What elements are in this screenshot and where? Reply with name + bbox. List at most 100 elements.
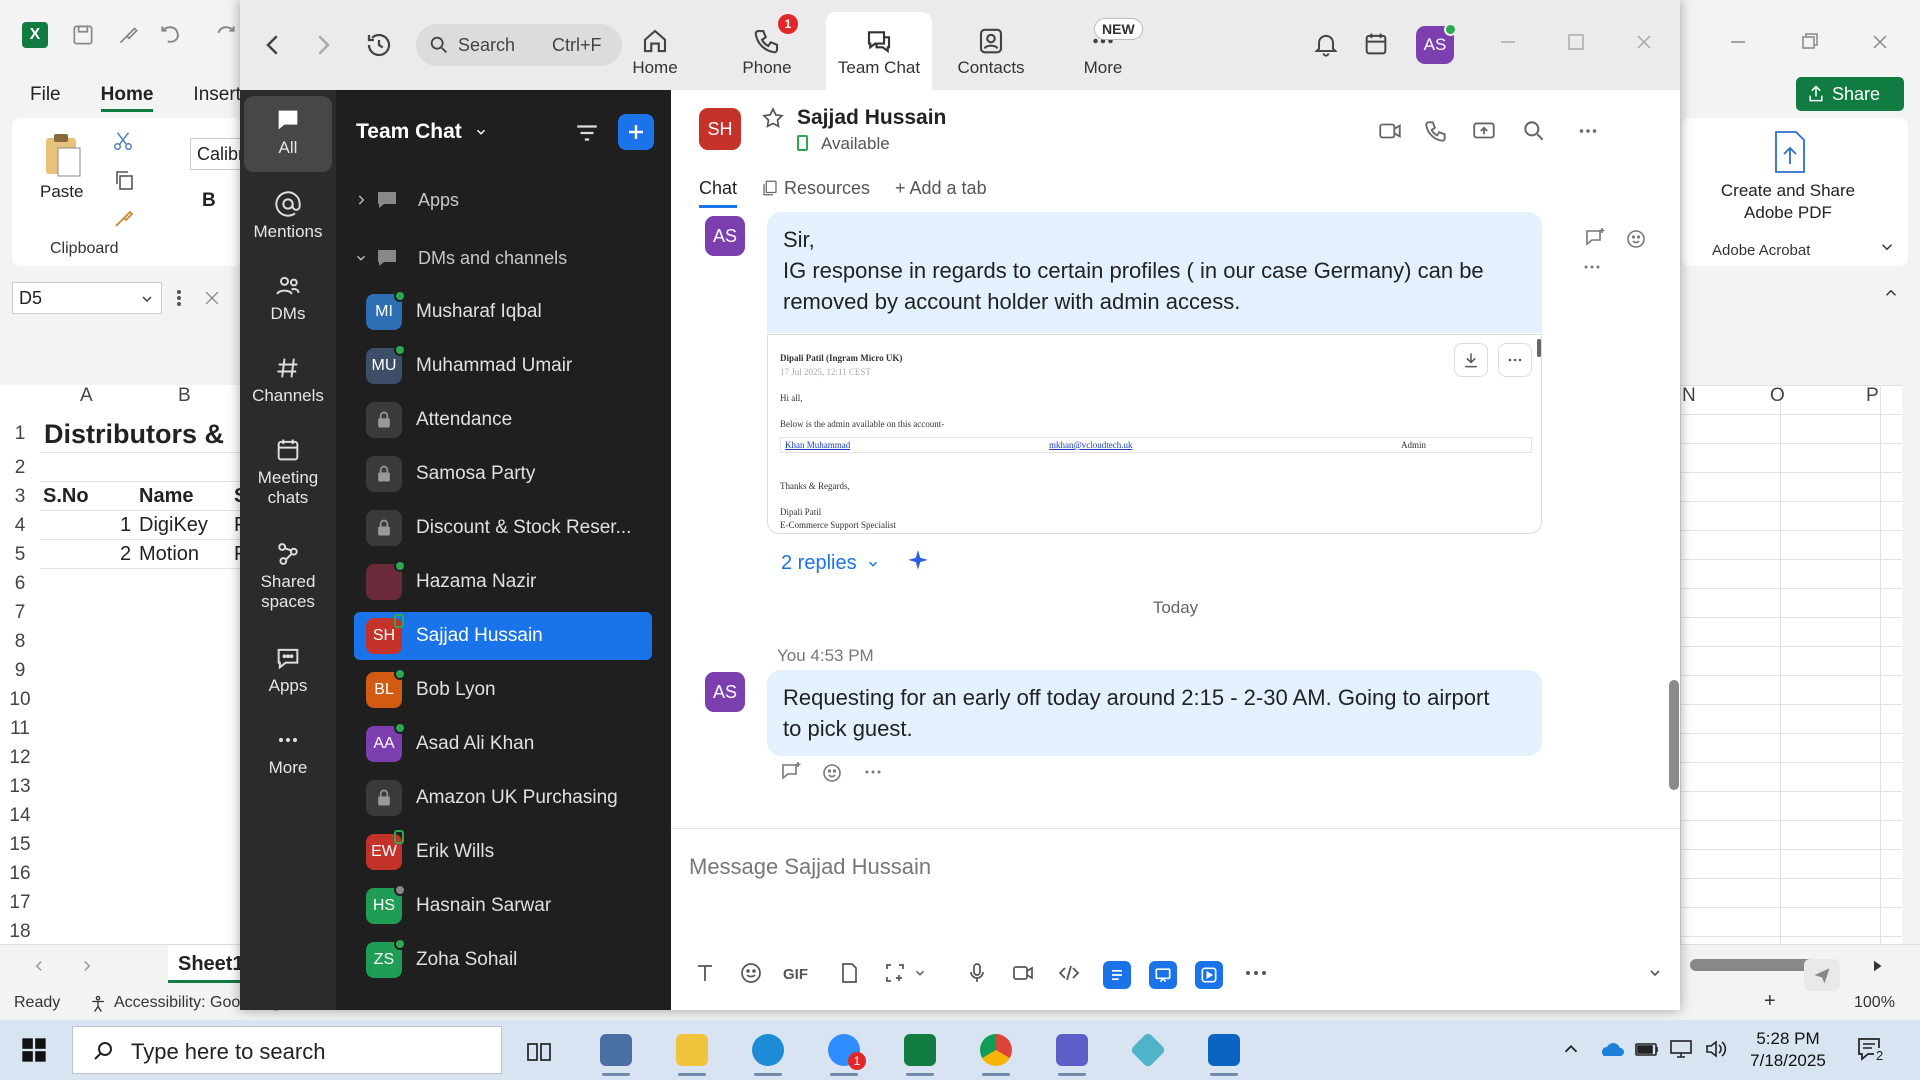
rail-item-dms[interactable]: DMs: [244, 262, 332, 324]
ai-sparkle-icon[interactable]: [905, 548, 931, 574]
rail-item-shared-spaces[interactable]: Shared spaces: [244, 530, 332, 612]
bold-button[interactable]: B: [202, 190, 216, 212]
send-options-button[interactable]: [1647, 961, 1667, 989]
list-item[interactable]: MU Muhammad Umair: [354, 342, 652, 390]
list-item[interactable]: Samosa Party: [354, 450, 652, 498]
row-number[interactable]: 16: [0, 859, 40, 888]
sheet-title-cell[interactable]: Distributors &: [44, 415, 224, 453]
taskbar-clock[interactable]: 5:28 PM 7/18/2025: [1738, 1028, 1838, 1072]
clips-app-button[interactable]: [1195, 961, 1223, 989]
list-item[interactable]: Discount & Stock Reser...: [354, 504, 652, 552]
cell-sno[interactable]: 2: [120, 540, 131, 569]
taskbar-file-explorer[interactable]: [664, 1026, 720, 1076]
search-chat-button[interactable]: [1521, 118, 1547, 144]
redo-icon[interactable]: [212, 22, 238, 48]
list-item[interactable]: MI Musharaf Iqbal: [354, 288, 652, 336]
file-button[interactable]: [837, 961, 865, 989]
zoom-close-icon[interactable]: [1632, 30, 1662, 60]
list-item[interactable]: ZS Zoha Sohail: [354, 936, 652, 984]
cell-name[interactable]: DigiKey: [139, 511, 208, 540]
taskbar-chrome[interactable]: [968, 1026, 1024, 1076]
formula-bar-collapse-icon[interactable]: [1882, 284, 1900, 302]
reply-icon[interactable]: [1583, 226, 1607, 250]
task-view-button[interactable]: [510, 1026, 566, 1076]
rail-item-apps[interactable]: Apps: [244, 634, 332, 696]
taskbar-search[interactable]: Type here to search: [72, 1026, 502, 1074]
taskbar-app[interactable]: [1120, 1026, 1176, 1076]
header-cell-sno[interactable]: S.No: [43, 482, 89, 511]
list-item[interactable]: AA Asad Ali Khan: [354, 720, 652, 768]
calendar-button[interactable]: [1362, 30, 1392, 60]
list-item-active[interactable]: SH Sajjad Hussain: [354, 612, 652, 660]
download-button[interactable]: [1454, 343, 1488, 377]
row-number[interactable]: 6: [0, 569, 40, 598]
share-screen-button[interactable]: [1471, 118, 1497, 144]
message-scrollbar[interactable]: [1669, 680, 1679, 790]
rail-item-meeting-chats[interactable]: Meeting chats: [244, 426, 332, 508]
tab-add-a-tab[interactable]: + Add a tab: [895, 178, 987, 199]
excel-menu-file[interactable]: File: [30, 84, 61, 112]
format-painter-brush-icon[interactable]: [112, 206, 136, 230]
attachment-scrollbar[interactable]: [1537, 339, 1541, 357]
message-avatar[interactable]: AS: [705, 216, 745, 256]
excel-minimize-icon[interactable]: [1726, 30, 1756, 60]
zoom-in-icon[interactable]: +: [1764, 990, 1776, 1013]
network-icon[interactable]: [1668, 1038, 1692, 1062]
row-number[interactable]: 5: [0, 540, 40, 569]
notifications-button[interactable]: [1312, 30, 1342, 60]
copy-icon[interactable]: [112, 168, 136, 192]
excel-restore-icon[interactable]: [1798, 30, 1828, 60]
top-tab-phone[interactable]: 1 Phone: [714, 12, 820, 90]
contact-name[interactable]: Sajjad Hussain: [797, 106, 946, 130]
message-more-icon[interactable]: [1583, 255, 1601, 279]
spreadsheet-grid-right[interactable]: [1680, 385, 1902, 945]
emoji-button[interactable]: [739, 961, 767, 989]
add-reaction-icon[interactable]: [821, 760, 845, 784]
cut-icon[interactable]: [112, 130, 134, 152]
contact-avatar[interactable]: SH: [699, 108, 741, 150]
paste-icon[interactable]: [42, 132, 84, 178]
row-number[interactable]: 12: [0, 743, 40, 772]
top-tab-more[interactable]: NEW More: [1050, 12, 1156, 90]
rail-item-all[interactable]: All: [244, 96, 332, 172]
chat-more-button[interactable]: [1575, 118, 1601, 144]
column-header-o[interactable]: O: [1770, 385, 1785, 413]
cell-sno[interactable]: 1: [120, 511, 131, 540]
excel-close-icon[interactable]: [1868, 30, 1898, 60]
volume-icon[interactable]: [1704, 1038, 1728, 1062]
row-number[interactable]: 17: [0, 888, 40, 917]
sheet-tab[interactable]: Sheet1: [168, 945, 244, 983]
column-header-b[interactable]: B: [178, 385, 191, 413]
row-number[interactable]: 10: [0, 685, 40, 714]
sheet-next-icon[interactable]: [78, 957, 96, 975]
list-item[interactable]: BL Bob Lyon: [354, 666, 652, 714]
list-item[interactable]: EW Erik Wills: [354, 828, 652, 876]
name-box[interactable]: D5: [12, 282, 162, 314]
start-button[interactable]: [20, 1036, 48, 1064]
taskbar-teams[interactable]: [1044, 1026, 1100, 1076]
video-call-button[interactable]: [1377, 118, 1403, 144]
column-header-p[interactable]: P: [1866, 385, 1879, 413]
send-button[interactable]: [1804, 959, 1840, 991]
status-zoom-level[interactable]: 100%: [1854, 994, 1895, 1012]
taskbar-calculator[interactable]: [588, 1026, 644, 1076]
taskbar-outlook[interactable]: [1196, 1026, 1252, 1076]
text-format-button[interactable]: [693, 961, 721, 989]
code-snippet-button[interactable]: [1057, 961, 1085, 989]
row-number[interactable]: 15: [0, 830, 40, 859]
top-tab-team-chat[interactable]: Team Chat: [826, 12, 932, 90]
onedrive-icon[interactable]: [1598, 1038, 1624, 1062]
row-number[interactable]: 13: [0, 772, 40, 801]
reply-icon[interactable]: [779, 760, 803, 784]
row-number[interactable]: 4: [0, 511, 40, 540]
horizontal-scrollbar[interactable]: [1690, 959, 1822, 971]
zoom-search-box[interactable]: Search Ctrl+F: [416, 24, 622, 66]
ribbon-collapse-icon[interactable]: [1878, 238, 1896, 256]
top-tab-home[interactable]: Home: [602, 12, 708, 90]
video-message-button[interactable]: [1011, 961, 1039, 989]
undo-icon[interactable]: [158, 22, 184, 48]
screenshot-options-button[interactable]: [913, 961, 929, 989]
message-avatar[interactable]: AS: [705, 672, 745, 712]
rail-item-mentions[interactable]: Mentions: [244, 180, 332, 242]
autosave-icon[interactable]: [70, 22, 96, 48]
